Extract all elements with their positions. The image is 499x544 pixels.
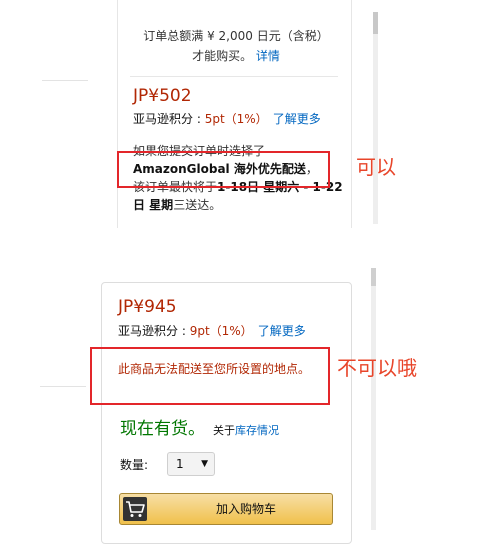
top-panel-border (351, 0, 352, 228)
minimum-order-line2: 才能购买。 (192, 49, 253, 63)
cannot-ship-message: 此商品无法配送至您所设置的地点。 (118, 362, 311, 376)
divider (42, 80, 88, 81)
top-panel-border (117, 0, 118, 228)
learn-more-link[interactable]: 了解更多 (273, 112, 321, 126)
about-prefix: 关于 (213, 424, 235, 437)
top-scrollbar-thumb[interactable] (373, 12, 378, 34)
divider (130, 76, 338, 77)
details-link[interactable]: 详情 (256, 49, 280, 63)
divider (40, 386, 86, 387)
add-to-cart-button[interactable]: 加入购物车 (119, 493, 333, 525)
annotation-box (117, 151, 330, 188)
add-to-cart-label: 加入购物车 (215, 502, 276, 516)
points-label: 亚马逊积分 : (133, 112, 205, 126)
minimum-order-line1: 订单总额满 ¥ 2,000 日元（含税） (143, 29, 329, 43)
quantity-select[interactable]: 1 ▼ (167, 452, 215, 476)
amazon-points: 亚马逊积分 : 9pt（1%） 了解更多 (118, 322, 306, 340)
quantity-value: 1 (176, 457, 184, 471)
product-price: JP¥945 (118, 297, 177, 317)
learn-more-link[interactable]: 了解更多 (258, 324, 306, 338)
quantity-label: 数量: (120, 458, 149, 472)
stock-status: 现在有货。 关于库存情况 (120, 414, 279, 439)
annotation-text: 可以 (356, 155, 396, 179)
in-stock-label: 现在有货。 (120, 419, 205, 439)
annotation-text: 不可以哦 (337, 356, 417, 380)
stock-info-link[interactable]: 库存情况 (235, 424, 279, 437)
chevron-down-icon: ▼ (201, 459, 208, 469)
points-value: 5pt（1%） (204, 112, 268, 126)
product-price: JP¥502 (133, 86, 192, 106)
bottom-scrollbar-thumb[interactable] (371, 268, 376, 286)
points-value: 9pt（1%） (189, 324, 253, 338)
shopping-cart-icon (123, 497, 147, 521)
points-label: 亚马逊积分 : (118, 324, 190, 338)
minimum-order-notice: 订单总额满 ¥ 2,000 日元（含税） 才能购买。 详情 (130, 26, 342, 66)
top-scrollbar-track[interactable] (373, 12, 378, 224)
amazon-points: 亚马逊积分 : 5pt（1%） 了解更多 (133, 110, 321, 128)
bottom-scrollbar-track[interactable] (371, 268, 376, 530)
